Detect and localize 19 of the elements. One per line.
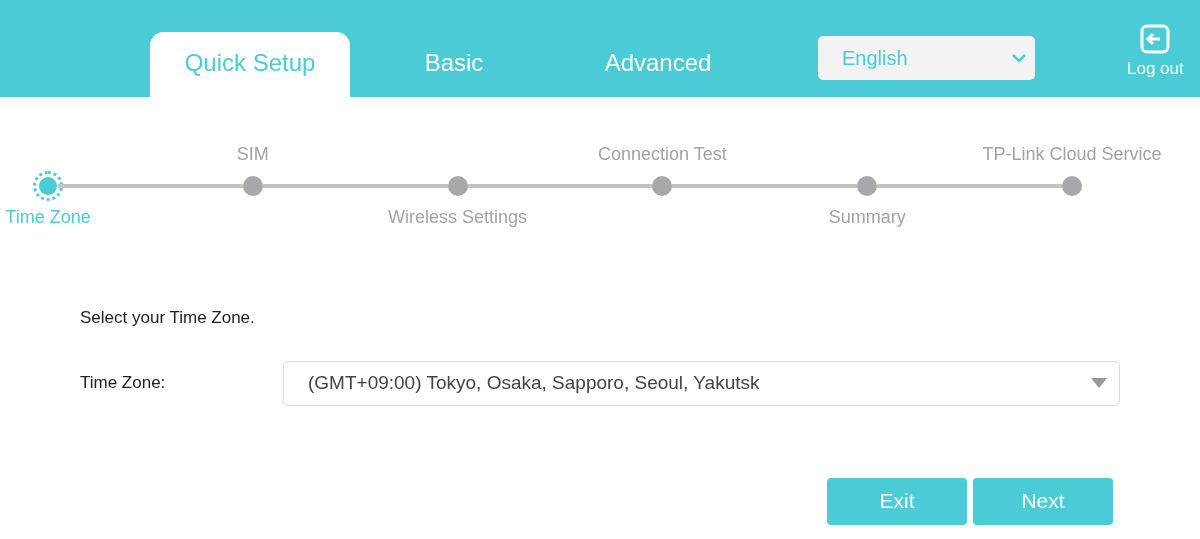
action-button[interactable]: Next (973, 477, 1113, 525)
field-label: Time Zone: (80, 372, 167, 395)
instruction-text: Select your Time Zone. (80, 307, 256, 329)
tab[interactable]: Quick Setup (150, 32, 350, 97)
logout-button[interactable]: Log out (1127, 24, 1184, 82)
chevron-down-icon (1011, 53, 1027, 63)
action-button[interactable]: Exit (827, 477, 967, 525)
language-select[interactable]: English (818, 36, 1035, 80)
tab[interactable]: Advanced (558, 32, 758, 97)
step-label: SIM (236, 143, 269, 166)
logout-icon (1140, 24, 1171, 54)
step-label: Summary (828, 206, 906, 229)
step-label: Connection Test (598, 143, 727, 166)
step-label: TP-Link Cloud Service (982, 143, 1162, 166)
time-zone-select[interactable]: (GMT+09:00) Tokyo, Osaka, Sapporo, Seoul, Yakutsk (283, 360, 1120, 406)
caret-down-icon (1091, 378, 1107, 388)
step-label: Time Zone (5, 206, 91, 229)
step-label: Wireless Settings (388, 206, 528, 229)
tab[interactable]: Basic (350, 32, 558, 97)
